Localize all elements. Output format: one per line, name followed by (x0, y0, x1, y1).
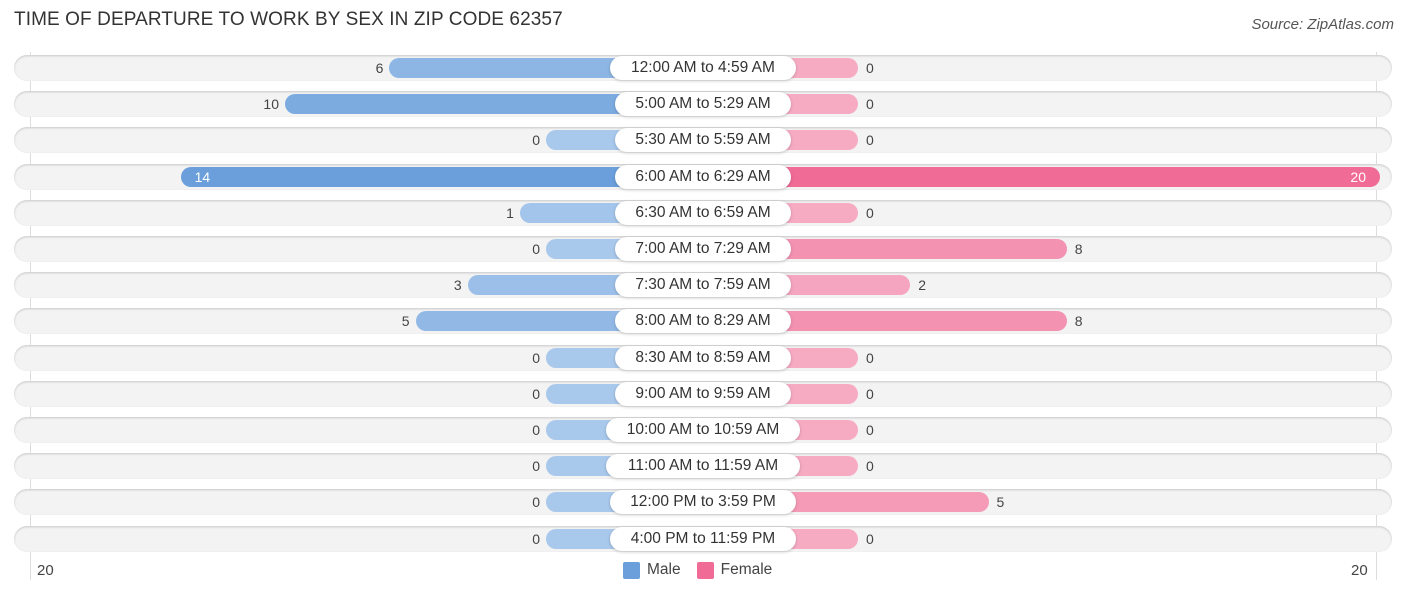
chart-title: TIME OF DEPARTURE TO WORK BY SEX IN ZIP … (14, 9, 563, 30)
value-label-female: 0 (866, 60, 874, 76)
value-label-male: 5 (401, 313, 410, 330)
value-label-male: 0 (532, 422, 540, 438)
axis-tick-right: 20 (1351, 562, 1368, 579)
value-label-male: 0 (532, 385, 540, 402)
category-label: 11:00 AM to 11:59 AM (606, 454, 800, 479)
value-label-male: 0 (532, 132, 540, 149)
value-label-female: 0 (866, 132, 874, 149)
axis-tick-left: 20 (37, 562, 54, 579)
value-label-female: 0 (866, 458, 874, 475)
category-label: 7:00 AM to 7:29 AM (614, 237, 792, 261)
value-label-female: 20 (1350, 168, 1366, 185)
legend-label-female: Female (720, 561, 773, 578)
value-label-male: 0 (532, 241, 540, 257)
category-label: 4:00 PM to 11:59 PM (610, 526, 796, 551)
category-label: 8:30 AM to 8:59 AM (614, 345, 792, 370)
value-label-male: 10 (263, 96, 279, 113)
value-label-male: 3 (453, 277, 462, 294)
category-label: 9:00 AM to 9:59 AM (614, 381, 792, 406)
category-label: 12:00 PM to 3:59 PM (610, 490, 796, 515)
value-label-female: 2 (918, 277, 926, 294)
category-label: 10:00 AM to 10:59 AM (606, 418, 800, 442)
value-label-female: 0 (866, 204, 874, 221)
source-credit: Source: ZipAtlas.com (1251, 16, 1394, 33)
value-label-male: 14 (194, 168, 211, 185)
legend-item-male[interactable]: Male (623, 561, 681, 579)
value-label-male: 0 (532, 349, 540, 366)
value-label-female: 0 (866, 349, 874, 366)
category-label: 12:00 AM to 4:59 AM (610, 56, 796, 80)
category-label: 6:30 AM to 6:59 AM (614, 200, 792, 225)
legend-item-female[interactable]: Female (696, 561, 773, 579)
category-label: 6:00 AM to 6:29 AM (614, 164, 792, 189)
value-label-male: 1 (506, 204, 514, 221)
value-label-female: 0 (866, 96, 874, 113)
category-label: 8:00 AM to 8:29 AM (614, 309, 792, 334)
category-label: 7:30 AM to 7:59 AM (614, 273, 792, 298)
value-label-male: 0 (532, 530, 540, 547)
category-label: 5:30 AM to 5:59 AM (614, 128, 792, 153)
value-label-female: 0 (866, 385, 874, 402)
value-label-male: 6 (375, 60, 384, 76)
legend-swatch-female (696, 561, 714, 579)
value-label-female: 8 (1074, 313, 1083, 330)
value-label-female: 0 (866, 530, 874, 547)
value-label-male: 0 (532, 458, 540, 475)
value-label-female: 8 (1074, 241, 1083, 257)
value-label-male: 0 (532, 494, 540, 511)
value-label-female: 0 (866, 422, 874, 438)
bar-female[interactable] (702, 166, 1380, 187)
legend: Male Female (623, 561, 788, 579)
category-label: 5:00 AM to 5:29 AM (614, 92, 792, 117)
legend-label-male: Male (647, 561, 681, 578)
value-label-female: 5 (996, 494, 1005, 511)
legend-swatch-male (623, 561, 640, 579)
